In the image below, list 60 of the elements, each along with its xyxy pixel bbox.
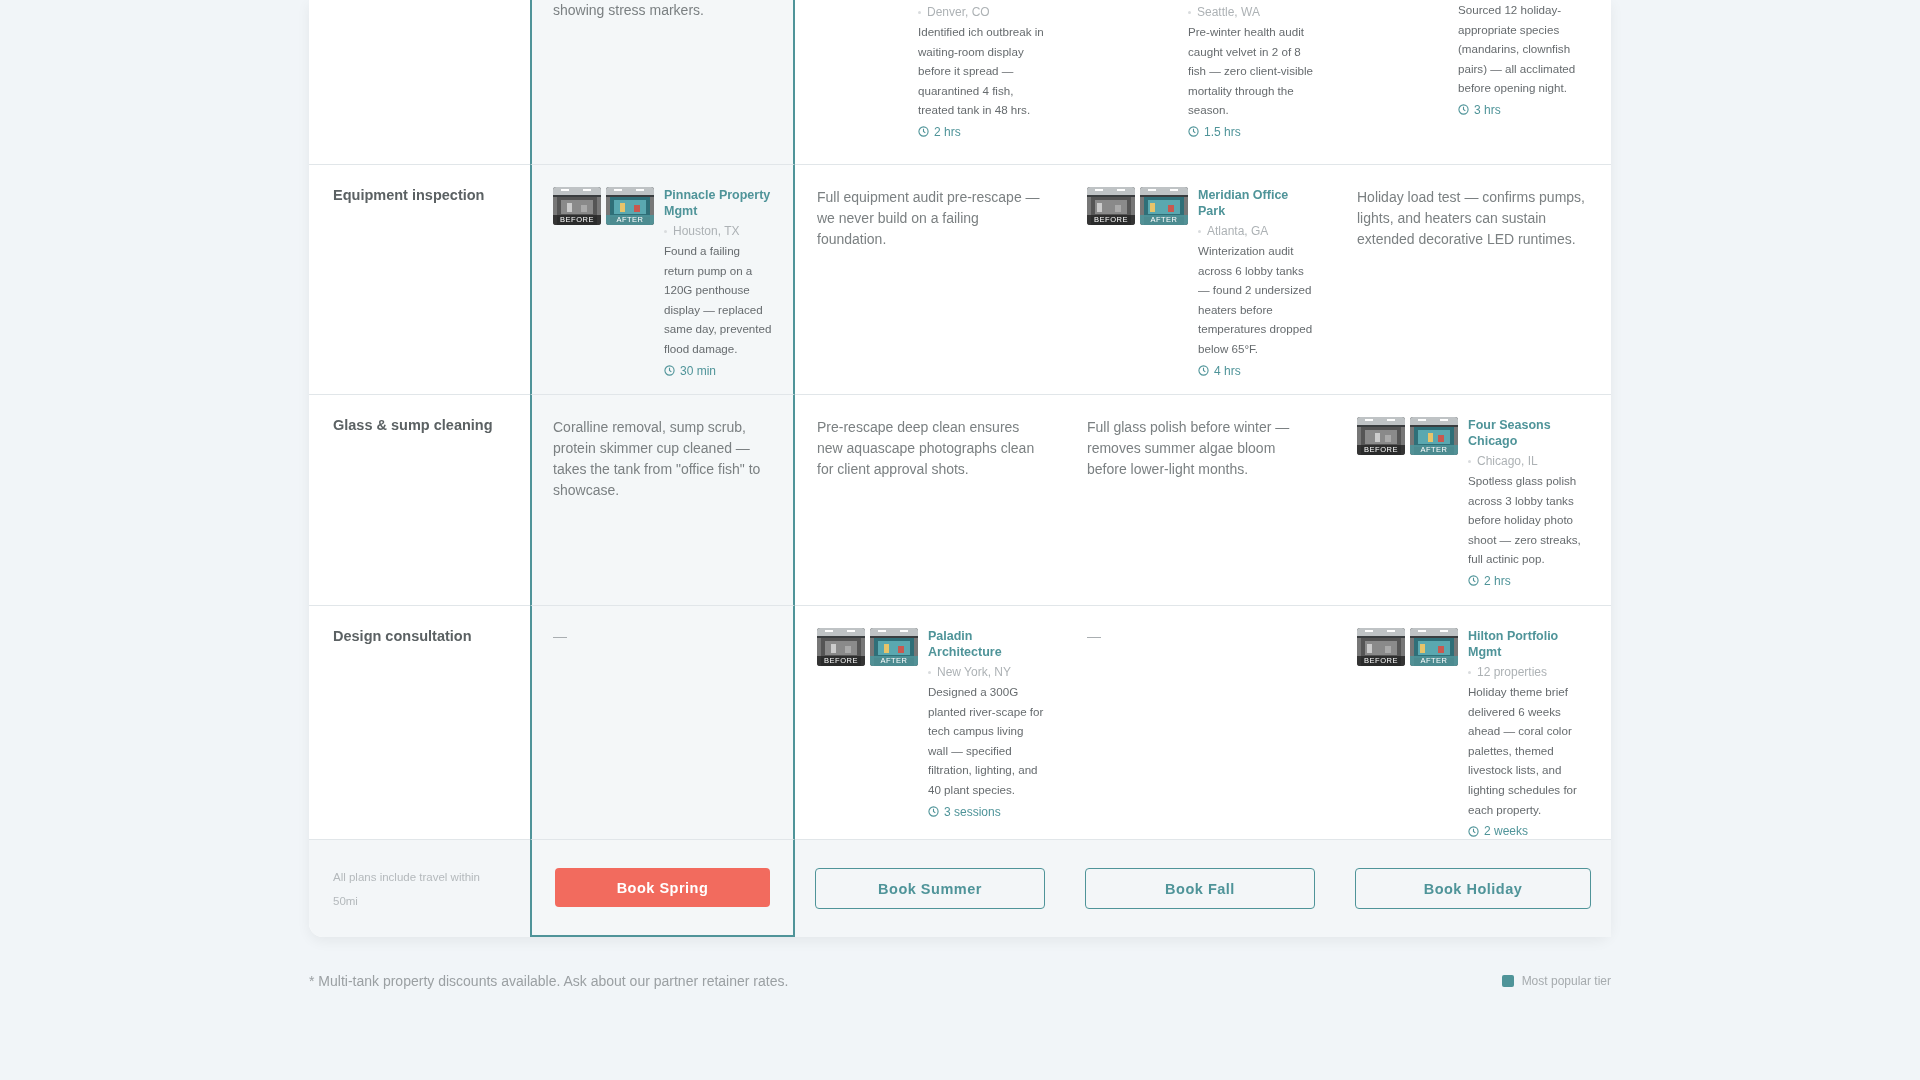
clock-icon bbox=[918, 126, 929, 138]
clock-icon bbox=[1468, 825, 1479, 837]
cell-text: Pre-rescape deep clean ensures new aquascape photographs clean for client approval shots. bbox=[817, 418, 1036, 479]
case-description: Found a failing return pump on a 120G penthouse display — replaced same day, prevented flood damage. bbox=[664, 243, 773, 357]
duration: 2 weeks bbox=[1484, 824, 1529, 839]
duration: 4 hrs bbox=[1214, 363, 1241, 378]
client-location: Houston, TX bbox=[673, 224, 740, 238]
case-description: Pre-winter health audit caught velvet in 2 of 8 fish — zero client-visible mortality through the season. bbox=[1188, 24, 1314, 119]
book-button[interactable]: Book Summer bbox=[815, 868, 1045, 909]
case-description: Spotless glass polish across 3 lobby tanks before holiday photo shoot — zero streaks, full actinic pop. bbox=[1468, 473, 1582, 568]
cell-text: Full equipment audit pre-rescape — we never build on a failing foundation. bbox=[817, 188, 1041, 249]
book-button[interactable]: Book Spring bbox=[555, 868, 770, 907]
client-location: New York, NY bbox=[937, 665, 1012, 679]
case-description: Designed a 300G planted river-scape for tech campus living wall — specified filtration, lighting, and 40 plant species. bbox=[928, 684, 1045, 798]
clock-icon bbox=[1458, 104, 1469, 116]
client-location: Denver, CO bbox=[927, 5, 990, 19]
cell-text: Holiday load test — confirms pumps, lights, and heaters can sustain extended decorative LED runtimes. bbox=[1357, 188, 1586, 249]
client-location: Atlanta, GA bbox=[1207, 224, 1269, 238]
client-name: Meridian Office Park bbox=[1198, 187, 1290, 219]
dot-icon bbox=[918, 10, 921, 14]
client-location: Chicago, IL bbox=[1477, 454, 1538, 468]
clock-icon bbox=[1198, 365, 1209, 377]
duration: 1.5 hrs bbox=[1204, 124, 1241, 139]
cell-text: showing stress markers. bbox=[553, 1, 705, 20]
case-description: Winterization audit across 6 lobby tanks — found 2 undersized heaters before temperatures dropped below 65°F. bbox=[1198, 243, 1314, 357]
clock-icon bbox=[1468, 575, 1479, 587]
cell-text: Full glass polish before winter — removes summer algae bloom before lower-light months. bbox=[1087, 418, 1291, 479]
empty-dash: — bbox=[1087, 628, 1102, 644]
dot-icon bbox=[1468, 459, 1471, 463]
case-description: Identified ich outbreak in waiting-room display before it spread — quarantined 4 fish, treated tank in 48 hrs. bbox=[918, 24, 1044, 119]
dot-icon bbox=[1468, 670, 1471, 674]
clock-icon bbox=[1188, 126, 1199, 138]
row-label: Glass & sump cleaning bbox=[333, 417, 494, 433]
book-button[interactable]: Book Fall bbox=[1085, 868, 1315, 909]
case-description: Sourced 12 holiday-appropriate species (mandarins, clownfish pairs) — all acclimated before opening night. bbox=[1458, 2, 1577, 97]
cell-text: Coralline removal, sump scrub, protein skimmer cup cleaned — takes the tank from "office fish" to showcase. bbox=[553, 418, 762, 500]
clock-icon bbox=[664, 365, 675, 377]
book-button[interactable]: Book Holiday bbox=[1355, 868, 1591, 909]
client-name: Hilton Portfolio Mgmt bbox=[1468, 628, 1560, 660]
client-name: Four Seasons Chicago bbox=[1468, 417, 1552, 449]
clock-icon bbox=[928, 806, 939, 818]
duration: 3 sessions bbox=[944, 804, 1001, 819]
client-location: 12 properties bbox=[1477, 665, 1548, 679]
dot-icon bbox=[1188, 10, 1191, 14]
dot-icon bbox=[928, 670, 931, 674]
client-name: Pinnacle Property Mgmt bbox=[664, 187, 772, 219]
row-label: Equipment inspection bbox=[333, 187, 486, 203]
client-name: Paladin Architecture bbox=[928, 628, 1003, 660]
duration: 2 hrs bbox=[1484, 573, 1511, 588]
duration: 2 hrs bbox=[934, 124, 961, 139]
empty-dash: — bbox=[553, 628, 568, 644]
case-description: Holiday theme brief delivered 6 weeks ahead — coral color palettes, themed livestock lists, and lighting schedules for each property. bbox=[1468, 684, 1578, 818]
footnote: * Multi-tank property discounts available. Ask about our partner retainer rates. bbox=[309, 973, 789, 989]
row-label: Design consultation bbox=[333, 628, 473, 644]
dot-icon bbox=[1198, 229, 1201, 233]
duration: 30 min bbox=[680, 363, 717, 378]
travel-note: All plans include travel within 50mi bbox=[333, 869, 482, 909]
legend-label: Most popular tier bbox=[1521, 974, 1611, 988]
client-location: Seattle, WA bbox=[1197, 5, 1260, 19]
duration: 3 hrs bbox=[1474, 102, 1501, 117]
